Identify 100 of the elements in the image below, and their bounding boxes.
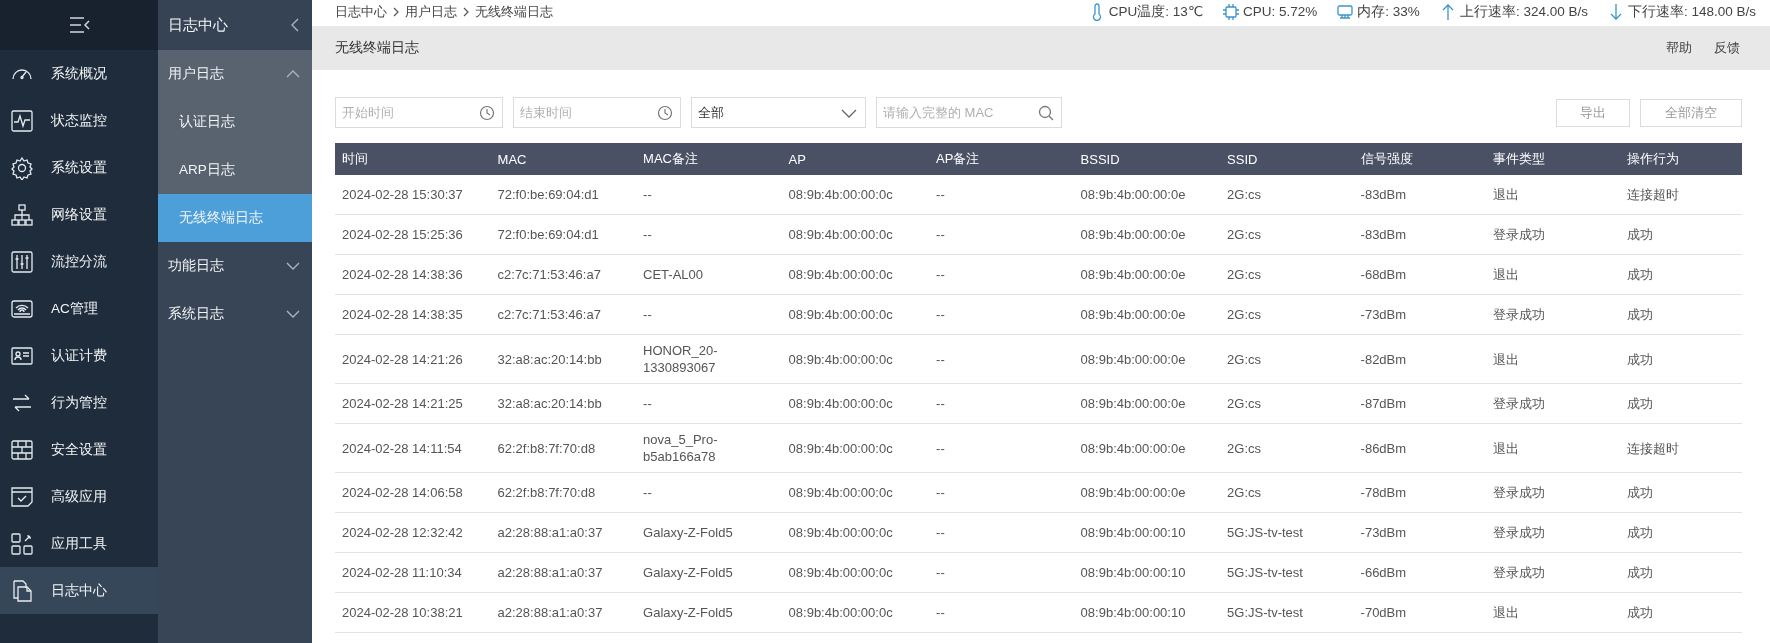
submenu-group[interactable]: 用户日志: [158, 50, 312, 98]
table-cell: -78dBm: [1360, 485, 1407, 500]
nav-item[interactable]: 安全设置: [0, 426, 158, 473]
table-cell: 登录成功: [1493, 525, 1546, 540]
table-cell: 08:9b:4b:00:00:0c: [788, 440, 893, 456]
status-reading: CPU温度: 13℃: [1108, 2, 1204, 21]
table-cell: --: [936, 396, 945, 411]
table-cell: --: [936, 307, 945, 322]
table-cell: 08:9b:4b:00:00:0c: [788, 396, 893, 411]
table-cell: -73dBm: [1360, 307, 1407, 322]
table-cell: 32:a8:ac:20:14:bb: [497, 396, 602, 411]
column-header: 信号强度: [1353, 143, 1487, 175]
type-dropdown[interactable]: 全部: [691, 97, 866, 128]
table-cell: 08:9b:4b:00:00:0c: [788, 525, 893, 540]
table-cell: 08:9b:4b:00:00:0e: [1080, 307, 1186, 322]
table-cell: 62:2f:b8:7f:70:d8: [497, 485, 596, 500]
table-cell: 2024-02-28 12:32:42: [342, 525, 463, 540]
status-reading: 上行速率: 324.00 B/s: [1459, 2, 1588, 21]
header-link[interactable]: 反馈: [1714, 39, 1740, 57]
table-cell: 08:9b:4b:00:00:0e: [1080, 267, 1186, 282]
table-cell: 成功: [1626, 307, 1653, 322]
table-cell: 2G:cs: [1227, 267, 1262, 282]
submenu-item[interactable]: ARP日志: [158, 146, 312, 194]
submenu-group[interactable]: 系统日志: [158, 290, 312, 338]
nav-item[interactable]: 流控分流: [0, 238, 158, 285]
table-cell: 08:9b:4b:00:00:10: [1080, 525, 1186, 540]
table-cell: 08:9b:4b:00:00:0e: [1080, 187, 1186, 202]
table-cell: a2:28:88:a1:a0:37: [497, 565, 603, 580]
submenu-group[interactable]: 功能日志: [158, 242, 312, 290]
nav-item[interactable]: 系统概况: [0, 50, 158, 97]
nav-item[interactable]: 状态监控: [0, 97, 158, 144]
table-cell: CET-AL00: [643, 267, 704, 282]
table-cell: 登录成功: [1493, 227, 1546, 242]
table-cell: 08:9b:4b:00:00:0e: [1080, 485, 1186, 500]
status-reading: CPU: 5.72%: [1243, 4, 1318, 19]
breadcrumb-separator-icon: [462, 6, 470, 17]
table-cell: a2:28:88:a1:a0:37: [497, 525, 603, 540]
table-cell: --: [643, 485, 652, 500]
header-link[interactable]: 帮助: [1666, 39, 1692, 57]
table-cell: 5G:JS-tv-test: [1227, 565, 1303, 580]
submenu-item[interactable]: 认证日志: [158, 98, 312, 146]
nav-item[interactable]: 行为管控: [0, 379, 158, 426]
network-tree-icon: [10, 202, 34, 227]
table-cell: -86dBm: [1360, 440, 1407, 456]
table-cell: 2G:cs: [1227, 227, 1262, 242]
nav-item[interactable]: 日志中心: [0, 567, 158, 614]
table-cell: 5G:JS-tv-test: [1227, 605, 1303, 620]
table-cell: -66dBm: [1360, 565, 1407, 580]
collapse-chevron-icon[interactable]: [290, 17, 300, 33]
table-cell: 08:9b:4b:00:00:0c: [788, 227, 893, 242]
table-cell: 08:9b:4b:00:00:0e: [1080, 440, 1186, 456]
breadcrumb-link[interactable]: 日志中心: [335, 2, 387, 21]
nav-item[interactable]: 认证计费: [0, 332, 158, 379]
table-cell: -82dBm: [1360, 351, 1407, 367]
pulse-monitor-icon: [10, 108, 34, 133]
status-reading: 下行速率: 148.00 B/s: [1627, 2, 1756, 21]
table-cell: 2G:cs: [1227, 440, 1262, 456]
breadcrumb-link[interactable]: 用户日志: [405, 2, 457, 21]
start-time-field[interactable]: 开始时间: [335, 97, 503, 128]
table-cell: 退出: [1493, 267, 1520, 282]
breadcrumb-link[interactable]: 无线终端日志: [475, 2, 553, 21]
table-cell: Galaxy-Z-Fold5: [643, 565, 733, 580]
nav-item[interactable]: 高级应用: [0, 473, 158, 520]
table-cell: -70dBm: [1360, 605, 1407, 620]
brick-wall-icon: [10, 437, 34, 462]
table-cell: --: [936, 485, 945, 500]
nav-item[interactable]: 应用工具: [0, 520, 158, 567]
table-cell: 08:9b:4b:00:00:0c: [788, 267, 893, 282]
table-cell: 08:9b:4b:00:00:0c: [788, 605, 893, 620]
table-cell: -87dBm: [1360, 396, 1407, 411]
table-cell: 2024-02-28 15:25:36: [342, 227, 463, 242]
table-cell: 08:9b:4b:00:00:0e: [1080, 227, 1186, 242]
table-cell: 08:9b:4b:00:00:0c: [788, 485, 893, 500]
sliders-icon: [10, 249, 34, 274]
table-cell: 2G:cs: [1227, 396, 1262, 411]
table-cell: 2024-02-28 11:10:34: [342, 565, 462, 580]
table-cell: c2:7c:71:53:46:a7: [497, 307, 601, 322]
caret-icon: [841, 107, 857, 118]
menu-collapse-icon[interactable]: [67, 15, 91, 35]
nav-item[interactable]: AC管理: [0, 285, 158, 332]
table-cell: 08:9b:4b:00:00:10: [1080, 565, 1186, 580]
table-cell: 成功: [1626, 351, 1653, 367]
mac-search-field[interactable]: 请输入完整的 MAC: [876, 97, 1062, 128]
nav-item[interactable]: 系统设置: [0, 144, 158, 191]
table-cell: --: [936, 227, 945, 242]
table-cell: --: [936, 605, 945, 620]
table-cell: 登录成功: [1493, 565, 1546, 580]
nav-item[interactable]: 网络设置: [0, 191, 158, 238]
checked-note-icon: [10, 484, 34, 509]
end-time-field[interactable]: 结束时间: [513, 97, 681, 128]
table-cell: 登录成功: [1493, 307, 1546, 322]
clock-icon: [657, 104, 673, 121]
table-cell: 登录成功: [1493, 485, 1546, 500]
table-cell: -83dBm: [1360, 187, 1407, 202]
table-cell: HONOR_20-1330893067: [643, 343, 718, 375]
table-cell: 2024-02-28 14:11:54: [342, 440, 462, 456]
table-cell: -83dBm: [1360, 227, 1407, 242]
table-cell: --: [936, 525, 945, 540]
table-cell: a2:28:88:a1:a0:37: [497, 605, 603, 620]
table-cell: -68dBm: [1360, 267, 1407, 282]
